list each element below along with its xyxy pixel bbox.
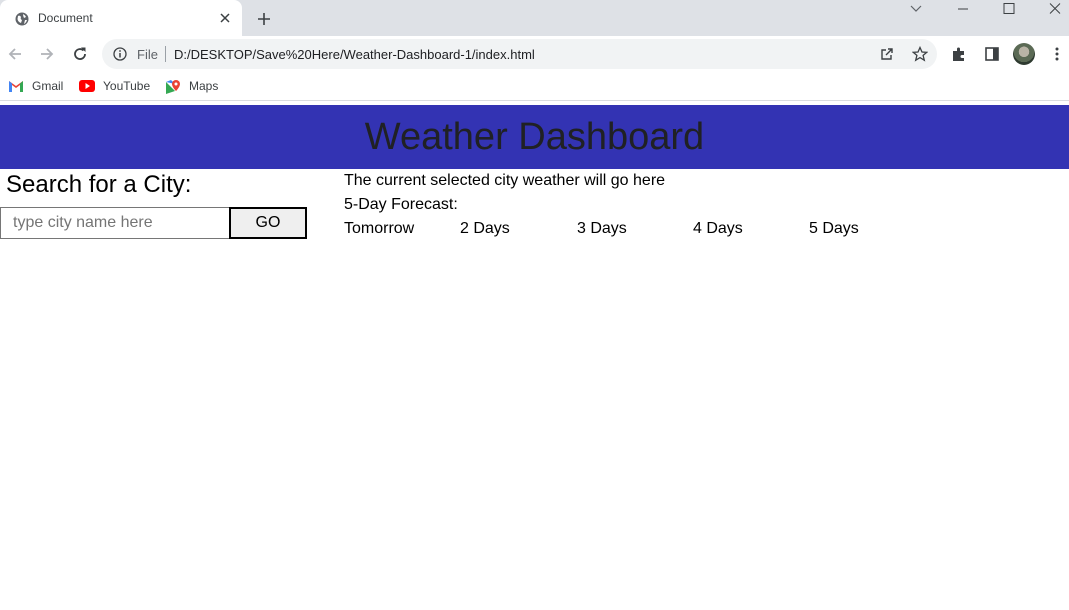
globe-icon xyxy=(15,12,29,26)
bookmarks-bar: Gmail YouTube Maps xyxy=(0,72,1069,100)
browser-toolbar: File D:/DESKTOP/Save%20Here/Weather-Dash… xyxy=(0,36,1069,72)
address-scheme: File xyxy=(137,47,158,62)
side-panel-icon[interactable] xyxy=(984,46,1000,62)
page-title: Weather Dashboard xyxy=(364,115,705,158)
bookmark-gmail[interactable]: Gmail xyxy=(8,78,68,94)
forecast-day-2: 2 Days xyxy=(460,220,510,237)
reload-icon[interactable] xyxy=(71,45,89,63)
info-icon[interactable] xyxy=(113,47,127,61)
search-heading: Search for a City: xyxy=(6,171,192,198)
forecast-day-1: Tomorrow xyxy=(344,220,415,237)
chevron-down-icon[interactable] xyxy=(908,2,924,16)
bookmark-youtube[interactable]: YouTube xyxy=(79,78,154,94)
forecast-day-5: 5 Days xyxy=(809,220,859,237)
page-header: Weather Dashboard xyxy=(0,105,1069,169)
profile-avatar[interactable] xyxy=(1013,43,1035,65)
share-icon[interactable] xyxy=(879,46,895,62)
address-separator xyxy=(165,46,166,62)
bookmark-maps[interactable]: Maps xyxy=(165,78,225,94)
menu-dots-icon[interactable] xyxy=(1049,46,1065,62)
address-url[interactable]: D:/DESKTOP/Save%20Here/Weather-Dashboard… xyxy=(174,47,535,62)
forecast-day-4: 4 Days xyxy=(693,220,743,237)
gmail-icon xyxy=(9,81,23,92)
bookmark-label: Gmail xyxy=(32,79,64,93)
new-tab-icon[interactable] xyxy=(256,11,272,27)
city-search-input[interactable] xyxy=(0,207,229,239)
go-button[interactable]: GO xyxy=(229,207,307,239)
extensions-puzzle-icon[interactable] xyxy=(951,46,967,62)
tab-title: Document xyxy=(38,11,93,25)
close-icon[interactable] xyxy=(218,11,232,25)
forecast-day-3: 3 Days xyxy=(577,220,627,237)
forward-arrow-icon[interactable] xyxy=(38,45,56,63)
bookmark-label: YouTube xyxy=(103,79,151,93)
address-bar[interactable]: File D:/DESKTOP/Save%20Here/Weather-Dash… xyxy=(102,39,937,69)
star-icon[interactable] xyxy=(912,46,928,62)
back-arrow-icon[interactable] xyxy=(6,45,24,63)
browser-tab[interactable]: Document xyxy=(0,0,242,36)
bookmark-label: Maps xyxy=(189,79,219,93)
page-content: Weather Dashboard Search for a City: GO … xyxy=(0,101,1069,610)
window-close-icon[interactable] xyxy=(1047,2,1063,16)
current-weather-text: The current selected city weather will g… xyxy=(344,172,666,189)
tab-strip: Document xyxy=(0,0,1069,36)
minimize-icon[interactable] xyxy=(955,2,971,16)
maps-pin-icon xyxy=(166,80,180,94)
youtube-icon xyxy=(79,80,95,92)
forecast-heading: 5-Day Forecast: xyxy=(344,196,458,213)
maximize-icon[interactable] xyxy=(1001,2,1017,16)
